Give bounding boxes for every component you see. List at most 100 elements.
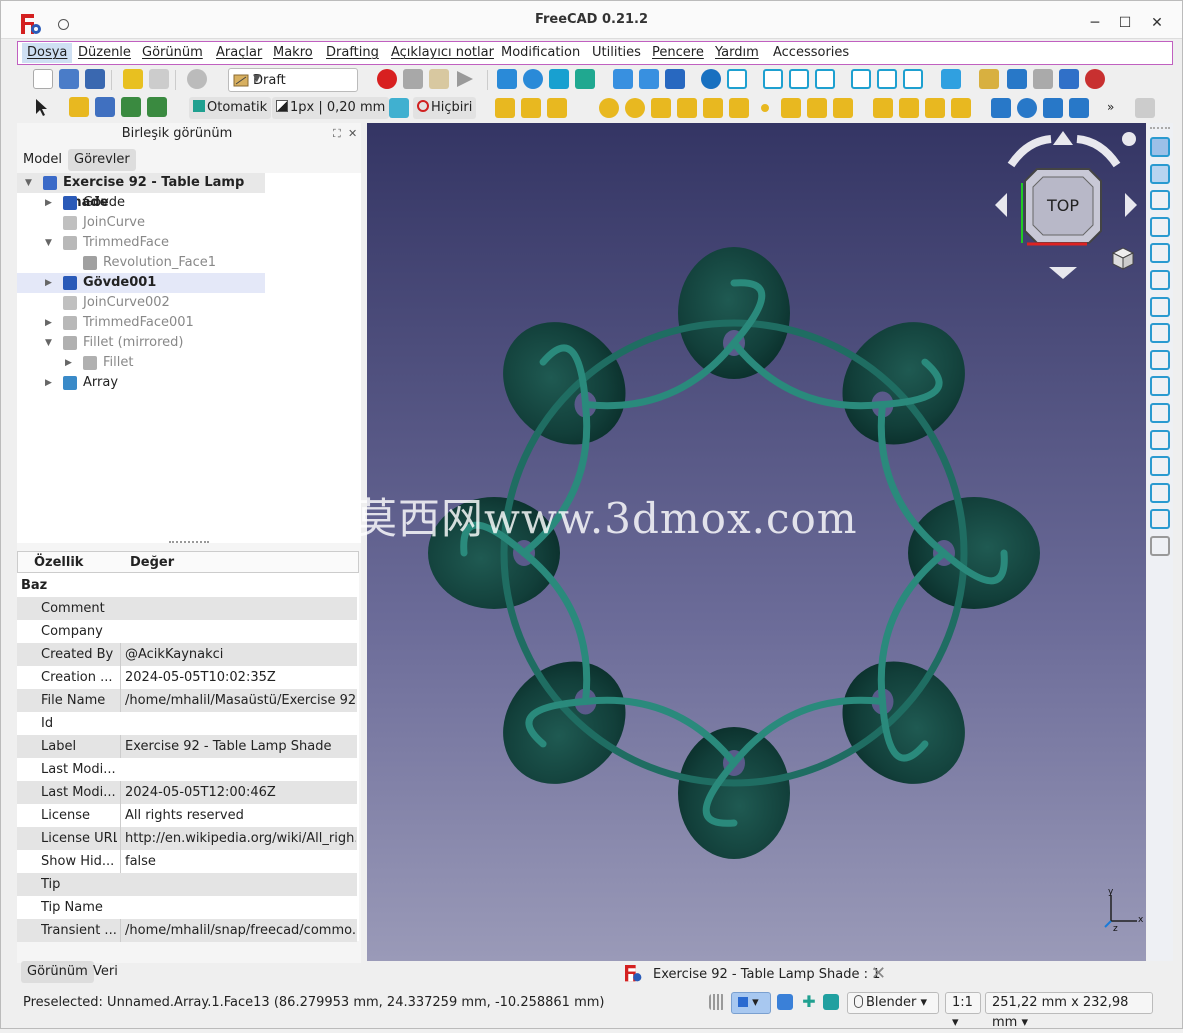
snap-angle-icon[interactable]: [1150, 243, 1170, 264]
snap-lock-icon[interactable]: [1150, 137, 1170, 157]
line-icon[interactable]: [495, 98, 515, 118]
save-document-icon[interactable]: [85, 69, 105, 89]
maximize-icon[interactable]: ☐: [1115, 13, 1135, 33]
property-row[interactable]: Transient .../home/mhalil/snap/freecad/c…: [17, 919, 357, 942]
property-row[interactable]: Created By @AcikKaynakci: [17, 643, 357, 666]
nav-menu-icon[interactable]: [1122, 132, 1136, 146]
navigation-cube[interactable]: TOP: [987, 123, 1147, 293]
polyline-icon[interactable]: [521, 98, 541, 118]
lock-icon[interactable]: [979, 69, 999, 89]
lock-selection-button[interactable]: ▾: [731, 992, 771, 1014]
tree-item[interactable]: JoinCurve002: [17, 293, 361, 313]
panel-splitter[interactable]: [169, 541, 209, 545]
record-macro-icon[interactable]: [377, 69, 397, 89]
undo-icon[interactable]: [123, 69, 143, 89]
link-icon[interactable]: [121, 97, 141, 117]
line-style-button[interactable]: 1px | 0,20 mm: [272, 97, 390, 119]
menu-drafting[interactable]: Drafting: [326, 45, 379, 60]
snap-grid-icon[interactable]: [777, 994, 793, 1010]
expand-down-icon[interactable]: ▼: [45, 333, 55, 353]
construction-mode-icon[interactable]: [389, 98, 409, 118]
snap-grid-icon[interactable]: [1150, 456, 1170, 477]
snap-toggle-grid-icon[interactable]: [1150, 536, 1170, 556]
property-row[interactable]: License URL http://en.wikipedia.org/wiki/…: [17, 827, 357, 850]
bezier-icon[interactable]: [729, 98, 749, 118]
python-console-icon[interactable]: [1085, 69, 1105, 89]
working-plane-icon[interactable]: [823, 994, 839, 1010]
whats-this-icon[interactable]: [33, 97, 53, 117]
play-macro-icon[interactable]: [455, 69, 475, 89]
property-row[interactable]: License All rights reserved: [17, 804, 357, 827]
property-value[interactable]: false: [120, 850, 356, 873]
text-icon[interactable]: [873, 98, 893, 118]
snap-special-icon[interactable]: [1150, 376, 1170, 397]
left-view-icon[interactable]: [903, 69, 923, 89]
open-document-icon[interactable]: [59, 69, 79, 89]
property-row[interactable]: Show Hid... false: [17, 850, 357, 873]
shade-petal[interactable]: [478, 636, 651, 809]
property-group[interactable]: Baz: [17, 574, 357, 597]
fillet-tool-icon[interactable]: [547, 98, 567, 118]
expand-right-icon[interactable]: ▶: [45, 193, 55, 213]
property-value[interactable]: @AcikKaynakci: [120, 643, 356, 666]
scale-icon[interactable]: [1043, 98, 1063, 118]
menu-araclar[interactable]: Araçlar: [216, 45, 262, 60]
upgrade-icon[interactable]: [1007, 69, 1027, 89]
property-row[interactable]: Creation ... 2024-05-05T10:02:35Z: [17, 666, 357, 689]
bottom-view-icon[interactable]: [877, 69, 897, 89]
menu-makro[interactable]: Makro: [273, 45, 313, 60]
measure-icon[interactable]: [941, 69, 961, 89]
view-menu-cube-icon[interactable]: [1111, 247, 1135, 270]
shade-petal[interactable]: [478, 297, 651, 470]
tree-item[interactable]: ▶ TrimmedFace001: [17, 313, 361, 333]
float-panel-icon[interactable]: ⛶: [333, 127, 341, 141]
expand-down-icon[interactable]: ▼: [25, 173, 35, 193]
snap-parallel-icon[interactable]: [1150, 349, 1170, 370]
shade-petal[interactable]: [817, 636, 990, 809]
bounding-box-icon[interactable]: [575, 69, 595, 89]
menu-gorunum[interactable]: Görünüm: [142, 45, 203, 60]
toolbar-overflow-icon[interactable]: »: [1107, 100, 1114, 114]
snap-working-plane-icon[interactable]: [1150, 482, 1170, 503]
shapestring-icon[interactable]: [807, 98, 827, 118]
expand-right-icon[interactable]: ▶: [45, 373, 55, 393]
front-view-icon[interactable]: [763, 69, 783, 89]
rectangle-icon[interactable]: [651, 98, 671, 118]
bspline-icon[interactable]: [703, 98, 723, 118]
property-value[interactable]: /home/mhalil/snap/freecad/commo...: [120, 919, 356, 942]
sync-view-icon[interactable]: [665, 69, 685, 89]
property-row[interactable]: Last Modi...: [17, 758, 357, 781]
facebinder-icon[interactable]: [781, 98, 801, 118]
property-value[interactable]: Exercise 92 - Table Lamp Shade: [120, 735, 356, 758]
menu-yardim[interactable]: Yardım: [715, 45, 759, 60]
menu-accessories[interactable]: Accessories: [773, 45, 849, 60]
hatch-icon[interactable]: [833, 98, 853, 118]
dimension-icon[interactable]: [899, 98, 919, 118]
property-row[interactable]: Tip: [17, 873, 357, 896]
std-views-icon[interactable]: [701, 69, 721, 89]
property-row[interactable]: Comment: [17, 597, 357, 620]
property-value[interactable]: 2024-05-05T10:02:35Z: [120, 666, 356, 689]
expand-right-icon[interactable]: ▶: [65, 353, 75, 373]
snap-intersection-icon[interactable]: [1150, 270, 1170, 290]
property-row[interactable]: Id: [17, 712, 357, 735]
grid-icon[interactable]: [709, 994, 725, 1010]
expand-down-icon[interactable]: ▼: [45, 233, 55, 253]
redo-icon[interactable]: [149, 69, 169, 89]
snap-endpoint-icon[interactable]: [1150, 163, 1170, 184]
snap-midpoint-icon[interactable]: [1150, 190, 1170, 211]
property-row[interactable]: Label Exercise 92 - Table Lamp Shade: [17, 735, 357, 758]
menu-duzenle[interactable]: Düzenle: [78, 45, 131, 60]
draw-style-icon[interactable]: [549, 69, 569, 89]
tree-item[interactable]: ▼ Exercise 92 - Table Lamp Shade: [17, 173, 265, 210]
shade-petal[interactable]: [678, 727, 790, 859]
menu-modification[interactable]: Modification: [501, 45, 580, 60]
property-value[interactable]: /home/mhalil/Masaüstü/Exercise 92 ...: [120, 689, 356, 712]
expand-right-icon[interactable]: ▶: [45, 313, 55, 333]
nav-up-arrow-icon[interactable]: [1053, 131, 1073, 145]
property-row[interactable]: File Name/home/mhalil/Masaüstü/Exercise …: [17, 689, 357, 712]
tab-gorevler[interactable]: Görevler: [68, 149, 136, 171]
property-row[interactable]: Company: [17, 620, 357, 643]
navigation-style-select[interactable]: Blender ▾: [847, 992, 939, 1014]
close-panel-icon[interactable]: ✕: [348, 127, 357, 140]
